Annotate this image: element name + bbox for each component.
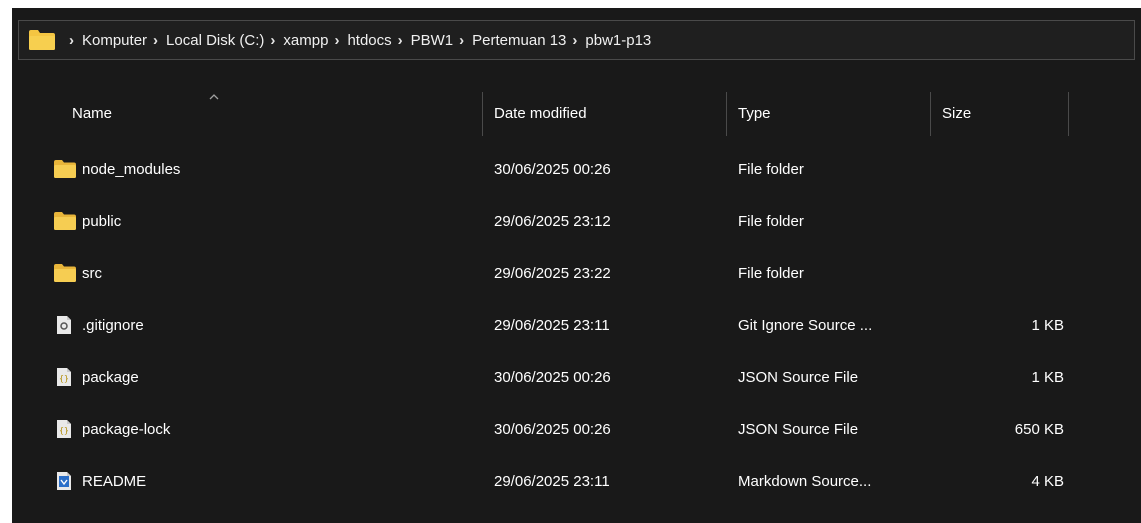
column-type[interactable]: Type — [738, 90, 928, 136]
file-name-cell[interactable]: {} package — [54, 351, 139, 403]
file-explorer-window: › Komputer › Local Disk (C:) › xampp › htdocs › P… — [12, 8, 1141, 523]
file-date: 29/06/2025 23:22 — [494, 264, 611, 282]
file-size: 4 KB — [1031, 472, 1064, 490]
file-name-cell[interactable]: src — [54, 247, 102, 299]
file-name: package-lock — [82, 420, 171, 438]
file-row[interactable]: {} package 30/06/2025 00:26 JSON Source Fil… — [12, 351, 1141, 403]
breadcrumb-item[interactable]: Komputer — [82, 32, 147, 49]
file-row[interactable]: node_modules 30/06/2025 00:26 File folder — [12, 143, 1141, 195]
column-divider[interactable] — [482, 92, 483, 136]
file-size: 1 KB — [1031, 368, 1064, 386]
file-list: node_modules 30/06/2025 00:26 File folder p… — [12, 143, 1141, 507]
file-type: Markdown Source... — [738, 472, 872, 490]
gitignore-file-icon — [54, 316, 76, 334]
file-row[interactable]: src 29/06/2025 23:22 File folder — [12, 247, 1141, 299]
breadcrumb-item[interactable]: pbw1-p13 — [585, 32, 651, 49]
file-type: File folder — [738, 212, 804, 230]
file-size — [942, 247, 1064, 299]
chevron-right-icon[interactable]: › — [459, 32, 464, 49]
file-name-cell[interactable]: node_modules — [54, 143, 180, 195]
file-name-cell[interactable]: README — [54, 455, 146, 507]
file-size — [942, 143, 1064, 195]
folder-icon — [54, 264, 76, 282]
chevron-right-icon[interactable]: › — [334, 32, 339, 49]
file-row[interactable]: README 29/06/2025 23:11 Markdown Source...… — [12, 455, 1141, 507]
column-date-modified[interactable]: Date modified — [494, 90, 724, 136]
breadcrumb-item[interactable]: Local Disk (C:) — [166, 32, 264, 49]
svg-text:{}: {} — [59, 374, 69, 383]
file-date: 30/06/2025 00:26 — [494, 420, 611, 438]
column-divider[interactable] — [1068, 92, 1069, 136]
chevron-right-icon[interactable]: › — [270, 32, 275, 49]
markdown-file-icon — [54, 472, 76, 490]
file-row[interactable]: {} package-lock 30/06/2025 00:26 JSON Sourc… — [12, 403, 1141, 455]
file-name: src — [82, 264, 102, 282]
file-date: 30/06/2025 00:26 — [494, 160, 611, 178]
file-name-cell[interactable]: {} package-lock — [54, 403, 170, 455]
folder-icon — [29, 30, 55, 50]
folder-icon — [54, 212, 76, 230]
breadcrumb-item[interactable]: xampp — [283, 32, 328, 49]
file-row[interactable]: public 29/06/2025 23:12 File folder — [12, 195, 1141, 247]
file-name-cell[interactable]: .gitignore — [54, 299, 144, 351]
chevron-right-icon[interactable]: › — [69, 32, 74, 49]
column-header: Name Date modified Type Size — [12, 90, 1141, 136]
file-name-cell[interactable]: public — [54, 195, 121, 247]
file-name: node_modules — [82, 160, 181, 178]
chevron-right-icon[interactable]: › — [153, 32, 158, 49]
file-type: File folder — [738, 160, 804, 178]
column-divider[interactable] — [726, 92, 727, 136]
file-size: 650 KB — [1014, 420, 1064, 438]
breadcrumb-item[interactable]: Pertemuan 13 — [472, 32, 566, 49]
file-type: JSON Source File — [738, 420, 859, 438]
breadcrumb-item[interactable]: htdocs — [347, 32, 391, 49]
file-type: Git Ignore Source ... — [738, 316, 873, 334]
address-bar[interactable]: › Komputer › Local Disk (C:) › xampp › htdocs › P… — [18, 20, 1135, 60]
svg-text:{}: {} — [59, 426, 69, 435]
breadcrumb-item[interactable]: PBW1 — [411, 32, 454, 49]
file-size: 1 KB — [1031, 316, 1064, 334]
column-name[interactable]: Name — [72, 90, 482, 136]
file-name: README — [82, 472, 147, 490]
folder-icon — [54, 160, 76, 178]
file-name: .gitignore — [82, 316, 144, 334]
file-date: 29/06/2025 23:11 — [494, 316, 610, 334]
file-type: File folder — [738, 264, 804, 282]
json-file-icon: {} — [54, 420, 76, 438]
json-file-icon: {} — [54, 368, 76, 386]
column-divider[interactable] — [930, 92, 931, 136]
file-date: 29/06/2025 23:12 — [494, 212, 611, 230]
column-size[interactable]: Size — [942, 90, 1067, 136]
breadcrumb: › Komputer › Local Disk (C:) › xampp › htdocs › P… — [63, 32, 651, 49]
file-type: JSON Source File — [738, 368, 859, 386]
file-row[interactable]: .gitignore 29/06/2025 23:11 Git Ignore Sou… — [12, 299, 1141, 351]
file-date: 30/06/2025 00:26 — [494, 368, 611, 386]
chevron-right-icon[interactable]: › — [572, 32, 577, 49]
file-date: 29/06/2025 23:11 — [494, 472, 610, 490]
file-name: package — [82, 368, 139, 386]
chevron-right-icon[interactable]: › — [398, 32, 403, 49]
file-name: public — [82, 212, 122, 230]
file-size — [942, 195, 1064, 247]
